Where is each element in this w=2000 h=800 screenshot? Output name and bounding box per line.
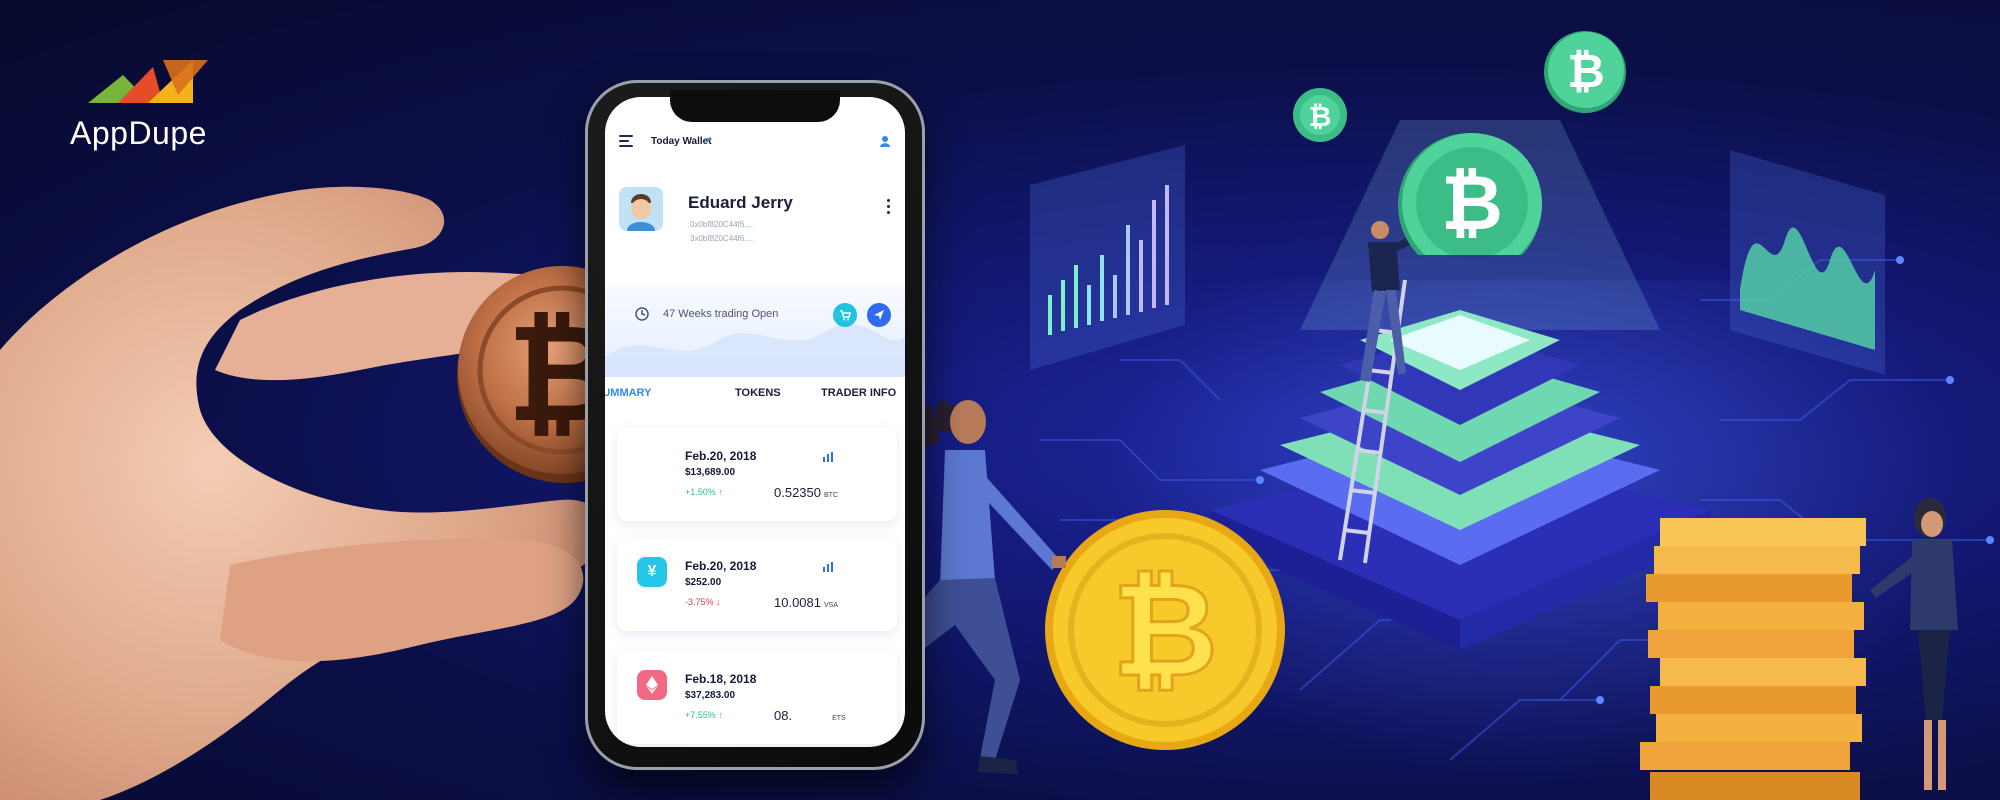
- transaction-amount: 0.52350 BTC: [774, 485, 838, 500]
- phone-notch: [670, 90, 840, 122]
- transaction-card[interactable]: Feb.18, 2018 $37,283.00 +7.55% ↑ 08. ETS: [617, 650, 897, 744]
- trading-status-banner: 47 Weeks trading Open: [605, 287, 905, 377]
- banner: ₿ ₿ ₿ ₿ ₿ AppDupe Today Wallet ▼ Eduard …: [0, 0, 2000, 800]
- coin-symbol-top: ₿: [1567, 44, 1605, 98]
- gold-coin-stack: [1640, 498, 1958, 800]
- transaction-price: $252.00: [685, 577, 722, 588]
- tab-summary[interactable]: SUMMARY: [605, 387, 651, 399]
- hand-holding-coin: ₿: [0, 186, 640, 800]
- standing-woman: [1870, 498, 1958, 790]
- phone-screen: Today Wallet ▼ Eduard Jerry 0x0bf820C44f…: [605, 97, 905, 747]
- chart-icon[interactable]: [822, 561, 836, 573]
- wallet-title[interactable]: Today Wallet: [651, 136, 712, 147]
- chart-icon[interactable]: [822, 451, 836, 463]
- transaction-amount: 10.0081 VSA: [774, 595, 839, 610]
- more-options-icon[interactable]: [887, 199, 891, 217]
- area-chart-panel: [1730, 150, 1885, 375]
- cart-button[interactable]: [833, 303, 857, 327]
- brand-name: AppDupe: [70, 115, 207, 151]
- user-name: Eduard Jerry: [688, 193, 793, 212]
- wallet-address-primary: 0x0bf820C44f6....: [690, 220, 754, 229]
- green-bitcoin-coin-top: ₿: [1544, 31, 1626, 113]
- arrow-down-icon: ↓: [716, 597, 721, 607]
- transaction-price: $37,283.00: [685, 690, 736, 701]
- chevron-down-icon[interactable]: ▼: [705, 137, 712, 144]
- coin-symbol-small: ₿: [1309, 100, 1332, 133]
- green-bitcoin-coin-small: ₿: [1293, 88, 1347, 142]
- arrow-up-icon: ↑: [718, 487, 723, 497]
- trading-status-text: 47 Weeks trading Open: [663, 308, 779, 320]
- transaction-date: Feb.20, 2018: [685, 559, 757, 573]
- green-bitcoin-coin-large: ₿: [1398, 133, 1542, 255]
- wallet-address-secondary: 3x0bf820C44f6....: [690, 234, 754, 243]
- transaction-amount: 08. ETS: [774, 708, 846, 723]
- transaction-price: $13,689.00: [685, 467, 736, 478]
- transaction-card[interactable]: Feb.20, 2018 $13,689.00 +1.50% ↑ 0.52350…: [617, 427, 897, 521]
- ethereum-icon: [637, 670, 667, 700]
- transaction-change: +1.50% ↑: [685, 487, 723, 497]
- transaction-card[interactable]: ¥ Feb.20, 2018 $252.00 -3.75% ↓ 10.0081 V…: [617, 537, 897, 631]
- coin-symbol-large: ₿: [1441, 158, 1503, 247]
- transaction-date: Feb.18, 2018: [685, 672, 757, 686]
- transaction-change: -3.75% ↓: [685, 597, 721, 607]
- tab-trader-info[interactable]: TRADER INFO: [821, 387, 896, 399]
- clock-icon: [635, 307, 649, 321]
- transaction-date: Feb.20, 2018: [685, 449, 757, 463]
- tab-tokens[interactable]: TOKENS: [735, 387, 781, 399]
- coin-symbol-gold: ₿: [1112, 554, 1218, 706]
- transaction-change: +7.55% ↑: [685, 710, 723, 720]
- menu-icon[interactable]: [619, 135, 633, 150]
- send-icon: [874, 310, 884, 320]
- user-icon[interactable]: [879, 135, 891, 147]
- wave-decoration: [605, 324, 905, 377]
- avatar: [619, 187, 663, 231]
- wallet-topbar: Today Wallet ▼: [605, 131, 905, 155]
- wallet-tabs: SUMMARY TOKENS TRADER INFO: [605, 387, 905, 413]
- yen-icon: ¥: [637, 557, 667, 587]
- arrow-up-icon: ↑: [718, 710, 723, 720]
- send-button[interactable]: [867, 303, 891, 327]
- profile-card: Eduard Jerry 0x0bf820C44f6.... 3x0bf820C…: [605, 187, 905, 257]
- cart-icon: [840, 310, 851, 321]
- bar-chart-panel: [1030, 145, 1185, 370]
